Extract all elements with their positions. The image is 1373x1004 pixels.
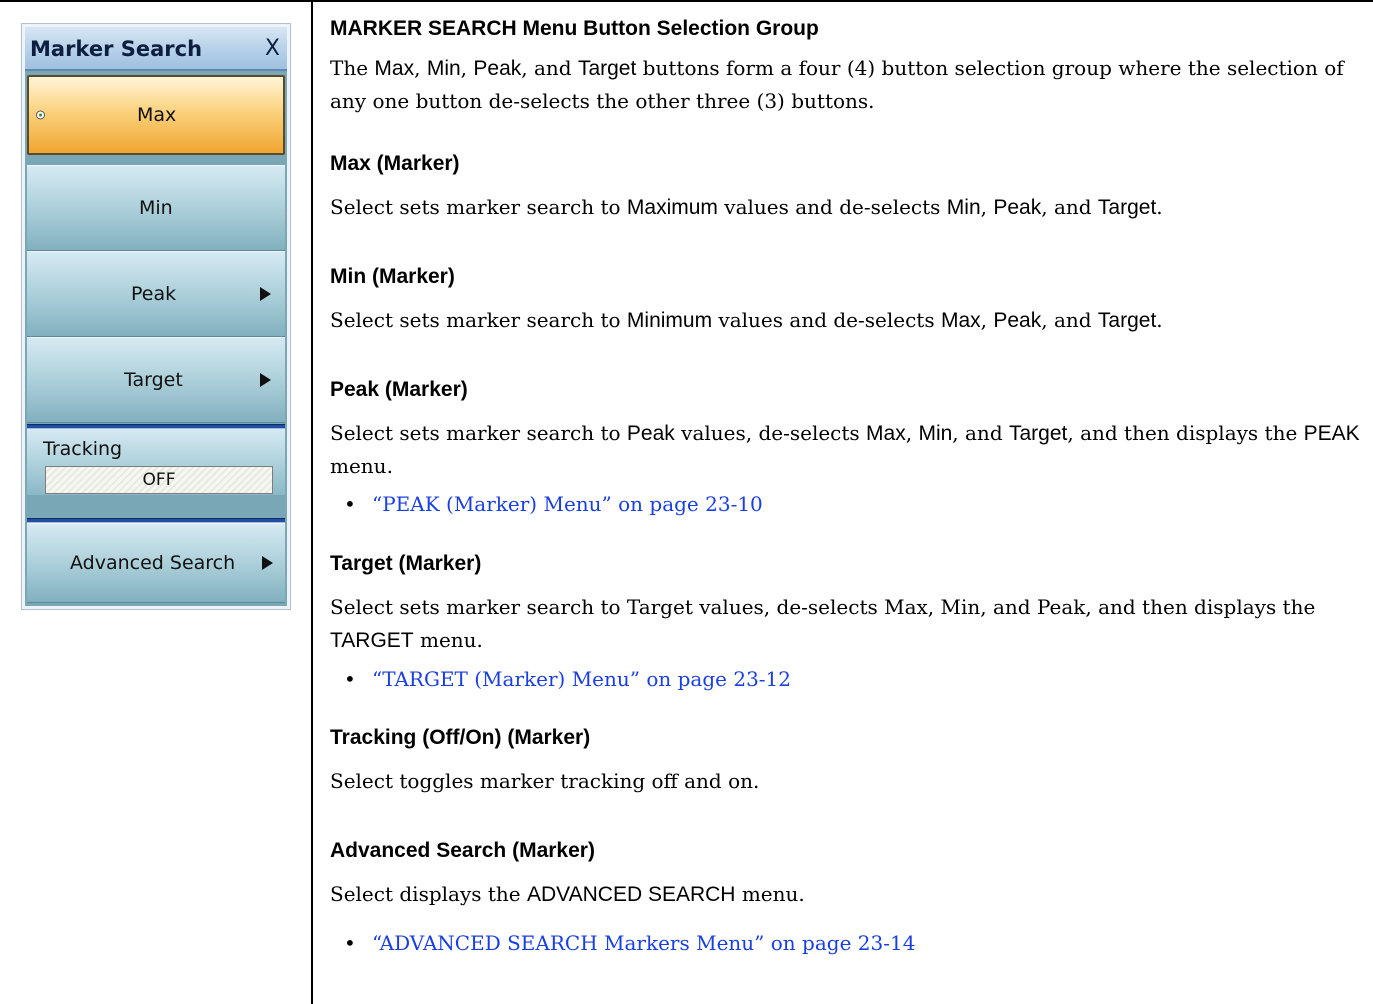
- peak-menu-link[interactable]: “PEAK (Marker) Menu” on page 23-10: [372, 492, 763, 516]
- target-button[interactable]: Target: [27, 337, 285, 423]
- submenu-arrow-icon: [262, 556, 273, 570]
- target-heading: Target (Marker): [330, 552, 482, 575]
- peak-button[interactable]: Peak: [27, 251, 285, 337]
- advanced-search-menu-link[interactable]: “ADVANCED SEARCH Markers Menu” on page 2…: [372, 931, 915, 955]
- list-item: • “ADVANCED SEARCH Markers Menu” on page …: [344, 931, 916, 955]
- min-button[interactable]: Min: [27, 165, 285, 251]
- group-heading: MARKER SEARCH Menu Button Selection Grou…: [330, 17, 819, 40]
- submenu-arrow-icon: [260, 373, 271, 387]
- min-heading: Min (Marker): [330, 265, 455, 288]
- submenu-arrow-icon: [260, 287, 271, 301]
- max-button-label: Max: [137, 104, 177, 126]
- radio-indicator-icon: [36, 110, 45, 120]
- menu-body: Marker Search X Max Min Peak Target Trac…: [25, 27, 287, 606]
- max-paragraph: Select sets marker search to Maximum val…: [330, 195, 1163, 219]
- advanced-search-label: Advanced Search: [70, 552, 236, 574]
- min-paragraph: Select sets marker search to Minimum val…: [330, 308, 1163, 332]
- tracking-heading: Tracking (Off/On) (Marker): [330, 726, 591, 749]
- tracking-paragraph: Select toggles marker tracking off and o…: [330, 769, 760, 793]
- peak-button-label: Peak: [131, 283, 177, 305]
- marker-search-menu: Marker Search X Max Min Peak Target Trac…: [21, 23, 291, 610]
- group-paragraph: The Max, Min, Peak, and Target buttons f…: [330, 56, 1344, 113]
- close-button[interactable]: X: [265, 36, 280, 61]
- max-heading: Max (Marker): [330, 152, 460, 175]
- target-button-label: Target: [124, 369, 183, 391]
- column-divider: [311, 0, 313, 1004]
- min-button-label: Min: [139, 197, 173, 219]
- tracking-label: Tracking: [43, 438, 123, 460]
- peak-paragraph: Select sets marker search to Peak values…: [330, 421, 1360, 478]
- tracking-control: Tracking OFF: [27, 429, 285, 495]
- list-item: • “TARGET (Marker) Menu” on page 23-12: [344, 667, 792, 691]
- advanced-search-button[interactable]: Advanced Search: [27, 523, 285, 603]
- advanced-heading: Advanced Search (Marker): [330, 839, 595, 862]
- top-rule: [0, 0, 1373, 2]
- list-item: • “PEAK (Marker) Menu” on page 23-10: [344, 492, 763, 516]
- max-button[interactable]: Max: [27, 75, 285, 155]
- advanced-paragraph: Select displays the ADVANCED SEARCH menu…: [330, 882, 805, 906]
- menu-title: Marker Search: [30, 37, 203, 61]
- menu-title-bar: Marker Search X: [25, 27, 287, 71]
- tracking-toggle[interactable]: OFF: [45, 466, 273, 494]
- peak-heading: Peak (Marker): [330, 378, 468, 401]
- target-menu-link[interactable]: “TARGET (Marker) Menu” on page 23-12: [372, 667, 791, 691]
- target-paragraph: Select sets marker search to Target valu…: [330, 595, 1316, 652]
